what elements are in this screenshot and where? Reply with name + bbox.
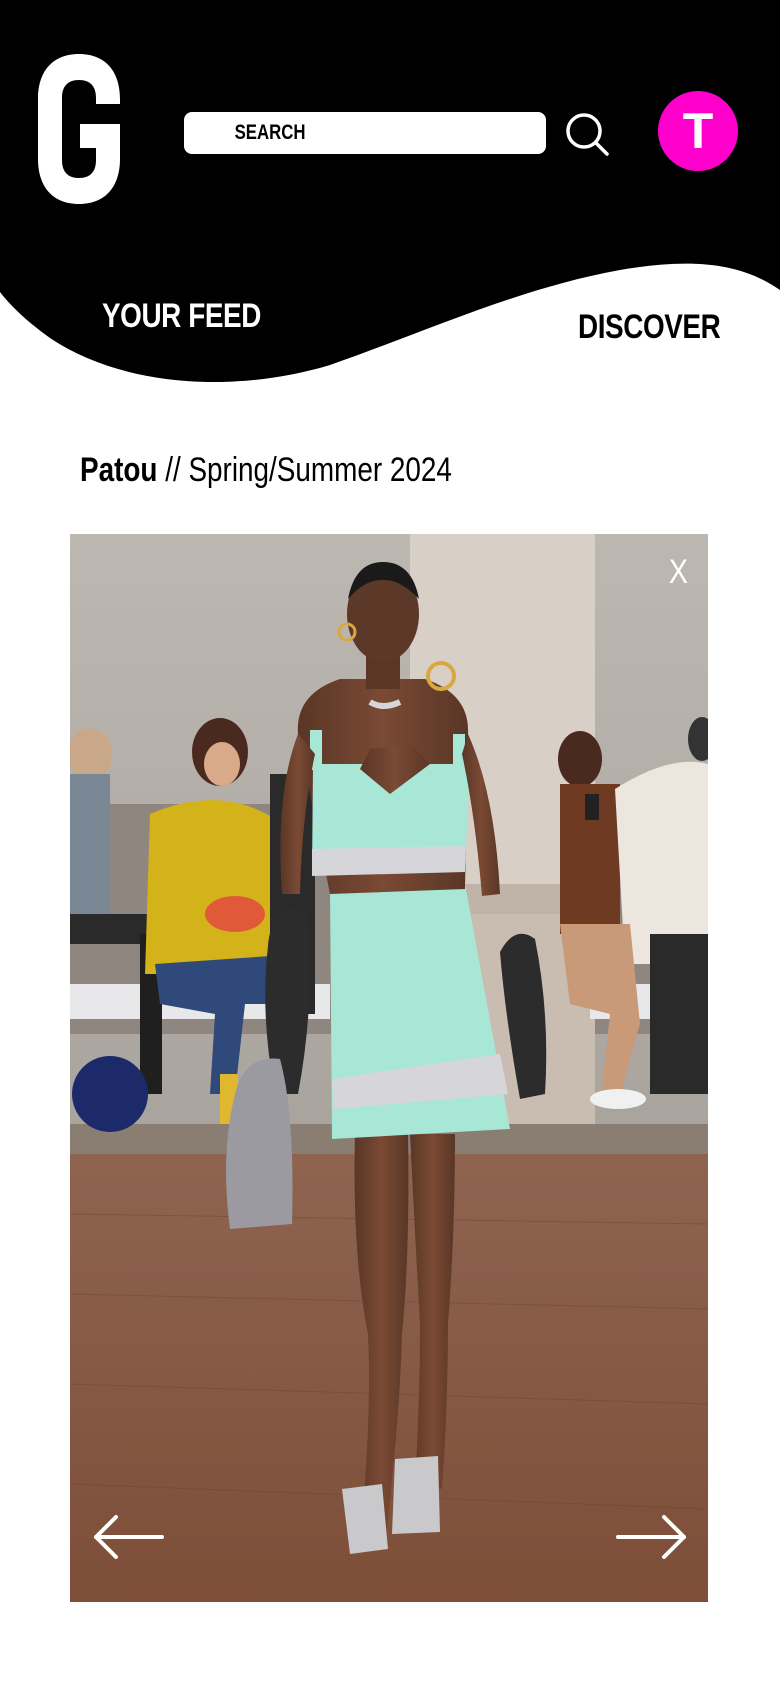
runway-photo-viewer: X bbox=[70, 534, 708, 1602]
arrow-right-icon[interactable] bbox=[614, 1512, 690, 1562]
close-label: X bbox=[668, 552, 688, 591]
title-separator: // bbox=[165, 451, 181, 489]
search-icon[interactable] bbox=[563, 110, 611, 158]
collection-title: Patou // Spring/Summer 2024 bbox=[80, 451, 452, 490]
close-button[interactable]: X bbox=[658, 552, 698, 592]
season-label: Spring/Summer 2024 bbox=[188, 451, 452, 489]
arrow-left-icon[interactable] bbox=[90, 1512, 166, 1562]
user-avatar[interactable]: T bbox=[658, 91, 738, 171]
tab-label: DISCOVER bbox=[578, 308, 721, 346]
app-header: T YOUR FEED DISCOVER bbox=[0, 0, 780, 390]
tab-your-feed[interactable]: YOUR FEED bbox=[102, 297, 261, 336]
logo-icon[interactable] bbox=[38, 54, 120, 204]
tab-discover[interactable]: DISCOVER bbox=[578, 308, 721, 347]
avatar-initial: T bbox=[682, 103, 714, 159]
tab-label: YOUR FEED bbox=[102, 297, 261, 335]
runway-photo bbox=[70, 534, 708, 1602]
designer-name: Patou bbox=[80, 451, 158, 489]
search-input[interactable] bbox=[184, 112, 546, 154]
